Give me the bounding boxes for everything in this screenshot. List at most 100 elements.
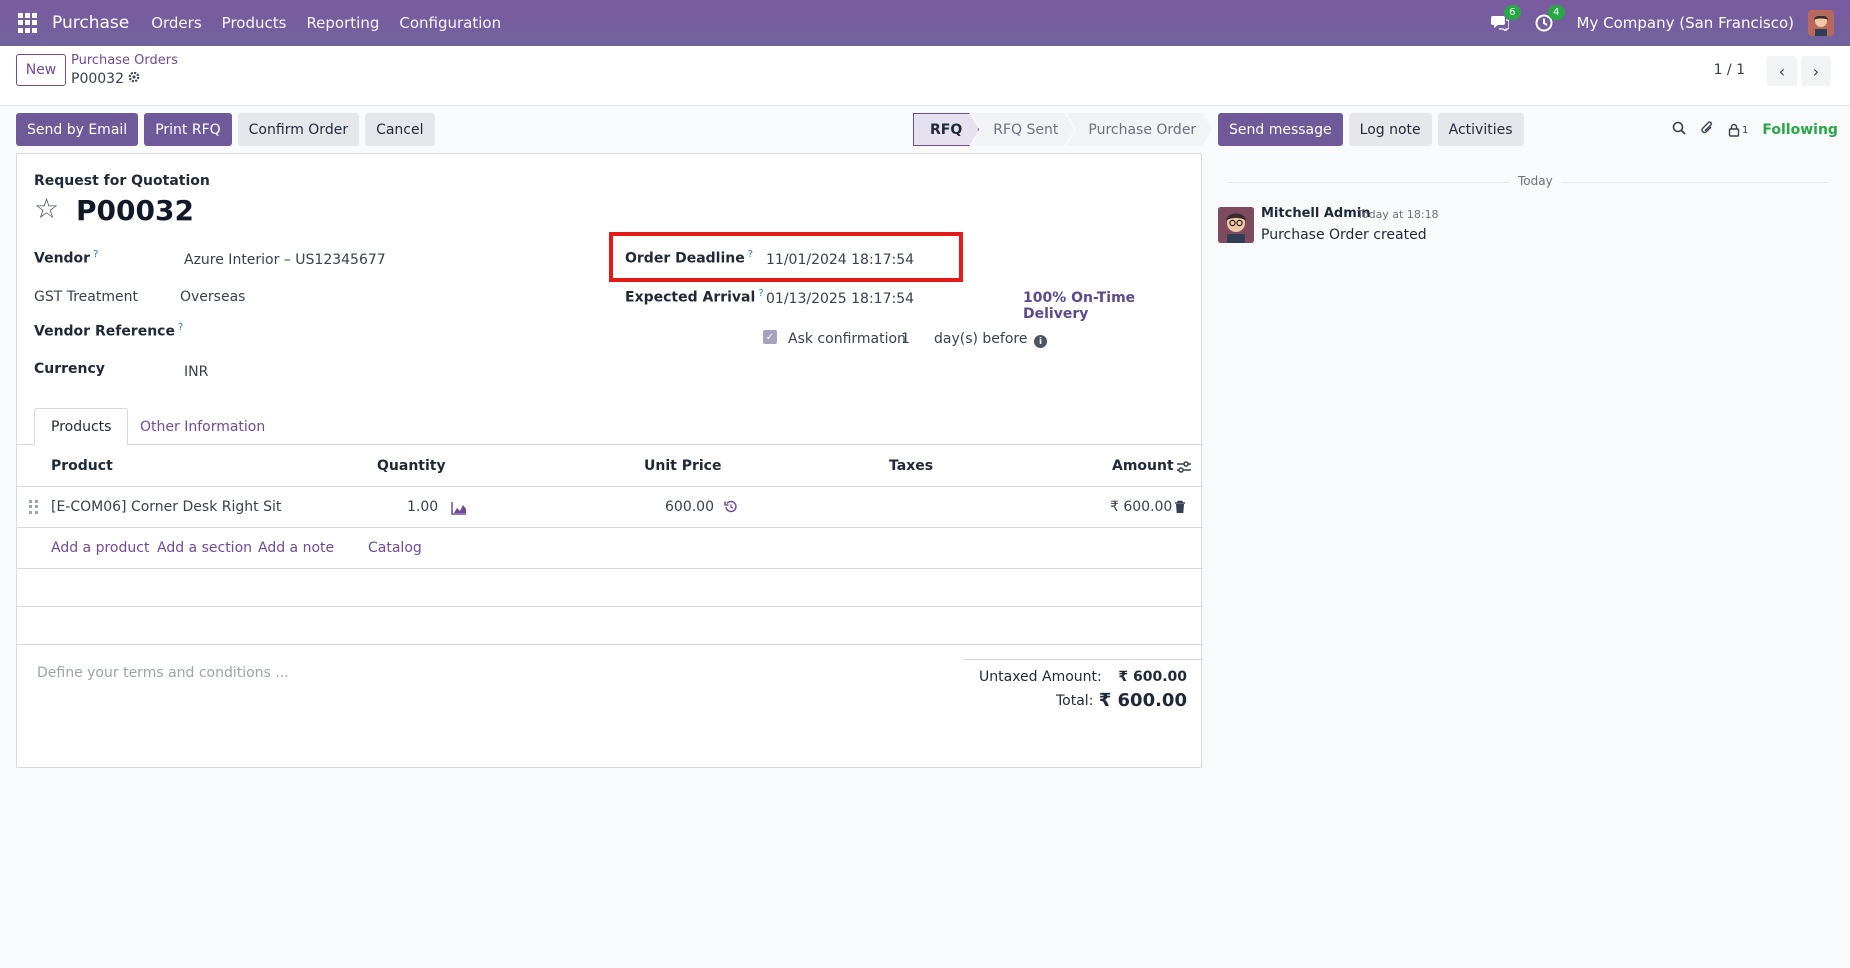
pager-previous-button[interactable]: ‹ — [1767, 56, 1797, 86]
totals-block: Untaxed Amount: ₹ 600.00 Total: ₹ 600.00 — [963, 659, 1203, 711]
untaxed-amount-value: ₹ 600.00 — [1118, 669, 1187, 685]
chevron-left-icon: ‹ — [1778, 61, 1786, 81]
line-unit-price[interactable]: 600.00 — [665, 499, 714, 515]
new-button[interactable]: New — [16, 54, 66, 86]
order-lines-header: Product Quantity Unit Price Taxes Amount — [17, 446, 1203, 487]
notebook-tabs: Products Other Information — [17, 408, 1203, 446]
highlight-box — [609, 232, 963, 282]
gst-treatment-field[interactable]: Overseas — [180, 289, 245, 305]
expected-arrival-label: Expected Arrival? — [625, 288, 764, 306]
menu-configuration[interactable]: Configuration — [399, 14, 501, 32]
paperclip-icon[interactable] — [1700, 120, 1714, 140]
chatter-tools: 1 Following — [1672, 120, 1838, 140]
send-message-button[interactable]: Send message — [1218, 113, 1343, 146]
line-product[interactable]: [E-COM06] Corner Desk Right Sit — [51, 499, 281, 515]
vendor-field[interactable]: Azure Interior – US12345677 — [184, 252, 386, 268]
control-panel: New Purchase Orders P00032 1 / 1 ‹ › — [0, 46, 1850, 106]
stage-rfq[interactable]: RFQ — [913, 113, 979, 146]
untaxed-amount-label: Untaxed Amount: — [979, 669, 1102, 685]
column-quantity[interactable]: Quantity — [377, 458, 446, 474]
vendor-reference-field[interactable] — [184, 322, 484, 342]
days-before-label: day(s) before — [934, 331, 1028, 347]
drag-handle-icon[interactable] — [29, 500, 39, 514]
add-product-link[interactable]: Add a product — [51, 540, 149, 556]
document-type: Request for Quotation — [34, 173, 210, 189]
print-rfq-button[interactable]: Print RFQ — [144, 113, 232, 146]
currency-field[interactable]: INR — [184, 364, 208, 380]
optional-columns-icon[interactable] — [1176, 460, 1192, 478]
followers-icon[interactable]: 1 — [1728, 123, 1748, 137]
message-body: Purchase Order created — [1261, 227, 1427, 243]
day-separator: Today — [1510, 174, 1561, 188]
gst-treatment-label: GST Treatment — [34, 289, 138, 305]
table-row[interactable]: [E-COM06] Corner Desk Right Sit 1.00 600… — [17, 488, 1203, 528]
line-quantity[interactable]: 1.00 — [407, 499, 438, 515]
form-actions: Send by Email Print RFQ Confirm Order Ca… — [16, 113, 435, 146]
empty-row — [17, 607, 1203, 645]
send-by-email-button[interactable]: Send by Email — [16, 113, 139, 146]
log-note-button[interactable]: Log note — [1348, 113, 1432, 146]
menu-orders[interactable]: Orders — [151, 14, 201, 32]
status-bar: RFQ RFQ Sent Purchase Order — [913, 113, 1204, 146]
message-time: Today at 18:18 — [1357, 208, 1439, 221]
menu-reporting[interactable]: Reporting — [306, 14, 379, 32]
vendor-label: Vendor? — [34, 249, 99, 267]
breadcrumb-current: P00032 — [71, 71, 140, 87]
pager-next-button[interactable]: › — [1801, 56, 1831, 86]
stage-rfq-sent[interactable]: RFQ Sent — [971, 113, 1074, 146]
ask-confirmation-checkbox[interactable]: ✓ — [763, 330, 777, 344]
search-icon[interactable] — [1672, 121, 1686, 139]
tab-products[interactable]: Products — [34, 408, 129, 446]
activities-badge: 4 — [1548, 5, 1565, 20]
expected-arrival-field[interactable]: 01/13/2025 18:17:54 — [766, 291, 914, 307]
activities-button[interactable]: Activities — [1437, 113, 1524, 146]
chatter-actions: Send message Log note Activities — [1218, 113, 1524, 146]
column-amount[interactable]: Amount — [1112, 458, 1174, 474]
chevron-right-icon: › — [1812, 61, 1820, 81]
column-unit-price[interactable]: Unit Price — [644, 458, 721, 474]
messages-badge: 6 — [1504, 5, 1521, 20]
confirm-order-button[interactable]: Confirm Order — [237, 113, 360, 146]
avatar[interactable] — [1218, 207, 1254, 243]
followers-count: 1 — [1742, 124, 1749, 136]
breadcrumb-current-label: P00032 — [71, 71, 124, 87]
reset-price-icon[interactable] — [724, 500, 738, 518]
total-value: ₹ 600.00 — [1098, 690, 1187, 711]
trash-icon[interactable] — [1174, 500, 1186, 518]
terms-and-conditions-field[interactable]: Define your terms and conditions ... — [37, 665, 289, 681]
stage-purchase-order[interactable]: Purchase Order — [1066, 113, 1212, 146]
add-section-link[interactable]: Add a section — [157, 540, 252, 556]
cancel-button[interactable]: Cancel — [365, 113, 435, 146]
messages-icon[interactable]: 6 — [1489, 5, 1521, 34]
vendor-reference-label: Vendor Reference? — [34, 322, 184, 340]
star-icon[interactable]: ☆ — [34, 194, 59, 224]
forecast-chart-icon[interactable] — [451, 501, 467, 519]
user-avatar[interactable] — [1808, 10, 1834, 36]
top-navbar: Purchase Orders Products Reporting Confi… — [0, 0, 1850, 46]
apps-menu-icon[interactable] — [18, 13, 38, 33]
activities-clock-icon[interactable]: 4 — [1533, 5, 1565, 34]
column-taxes[interactable]: Taxes — [889, 458, 933, 474]
tab-other-information[interactable]: Other Information — [124, 408, 281, 445]
company-switcher[interactable]: My Company (San Francisco) — [1577, 14, 1794, 32]
message-author[interactable]: Mitchell Admin — [1261, 206, 1370, 221]
breadcrumb-purchase-orders[interactable]: Purchase Orders — [71, 53, 178, 68]
app-name[interactable]: Purchase — [52, 13, 129, 33]
currency-label: Currency — [34, 361, 105, 377]
add-lines-row: Add a product Add a section Add a note C… — [17, 528, 1203, 569]
pager-value[interactable]: 1 / 1 — [1714, 62, 1745, 78]
page-title: P00032 — [76, 194, 194, 227]
column-product[interactable]: Product — [51, 458, 113, 474]
add-note-link[interactable]: Add a note — [258, 540, 334, 556]
line-amount: ₹ 600.00 — [1110, 499, 1173, 515]
empty-row — [17, 569, 1203, 607]
ask-confirmation-days-field[interactable]: 1 — [901, 331, 910, 347]
menu-products[interactable]: Products — [222, 14, 287, 32]
total-label: Total: — [1056, 693, 1094, 709]
gear-icon[interactable] — [128, 71, 140, 87]
on-time-delivery-link[interactable]: 100% On-Time Delivery — [1023, 290, 1201, 322]
following-button[interactable]: Following — [1762, 122, 1838, 138]
info-icon: i — [1034, 335, 1047, 348]
catalog-link[interactable]: Catalog — [368, 540, 422, 556]
ask-confirmation-label: Ask confirmation — [788, 331, 906, 347]
